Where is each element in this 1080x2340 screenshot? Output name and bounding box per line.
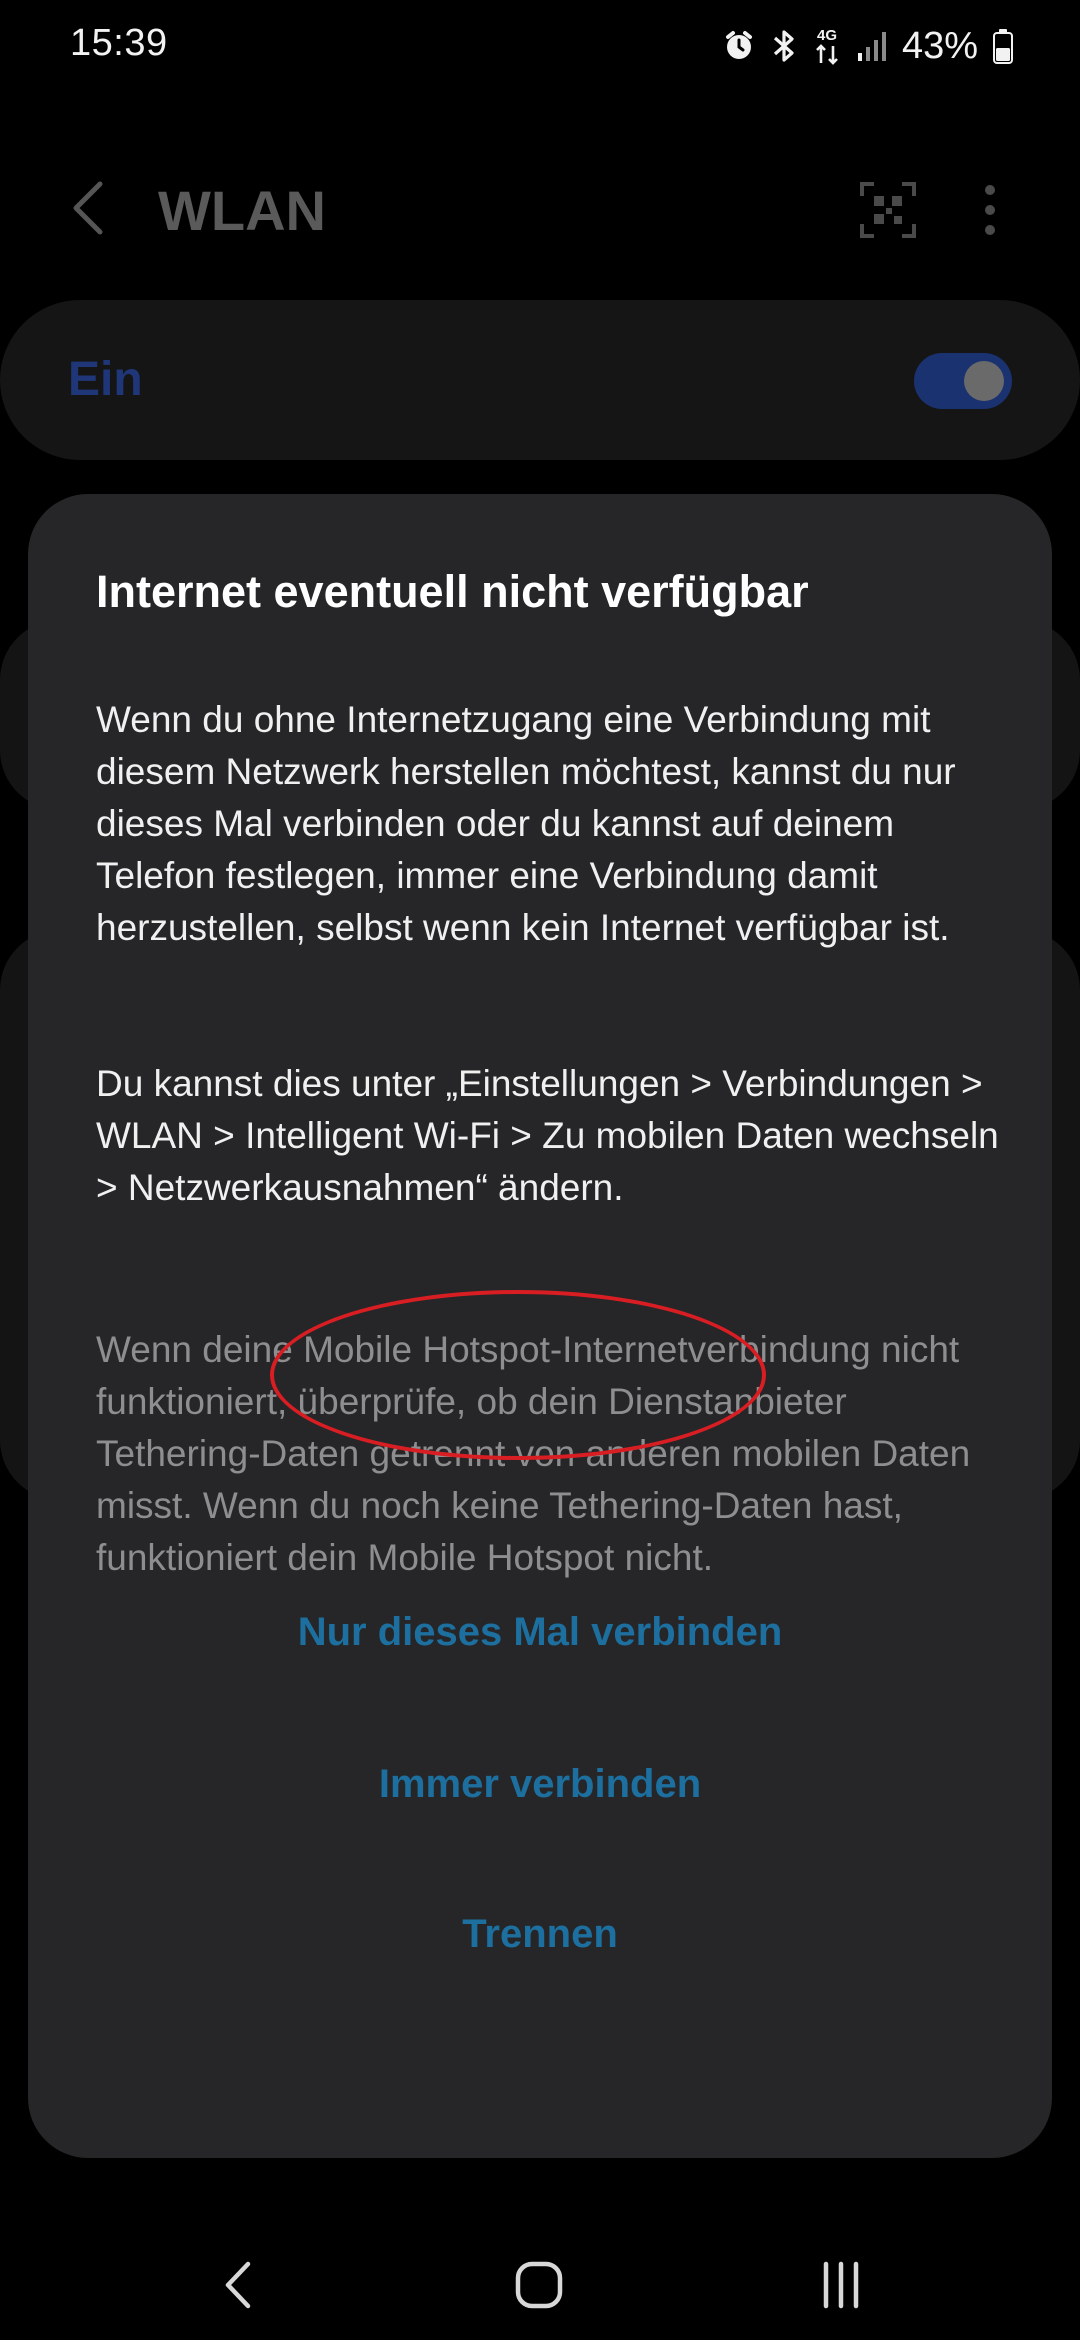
wifi-toggle-switch[interactable] [914,353,1012,409]
navigation-bar [0,2220,1080,2340]
connect-once-button[interactable]: Nur dieses Mal verbinden [28,1610,1052,1655]
more-options-icon[interactable] [970,180,1010,240]
status-icons: 4G 43% [722,18,1014,74]
always-connect-button[interactable]: Immer verbinden [28,1762,1052,1807]
status-time: 15:39 [70,22,168,64]
wifi-toggle-label: Ein [68,353,143,406]
internet-unavailable-dialog: Internet eventuell nicht verfügbar Wenn … [28,494,1052,2158]
wifi-toggle-row[interactable]: Ein [0,300,1080,460]
page-title: WLAN [158,179,326,242]
battery-icon [992,28,1014,64]
status-bar: 15:39 4G 43% [0,0,1080,96]
qr-code-icon[interactable] [858,180,918,240]
disconnect-button[interactable]: Trennen [28,1912,1052,1957]
network-type-label: 4G [817,27,837,44]
signal-icon [856,29,888,63]
dialog-paragraph-2: Du kannst dies unter „Einstellungen > Ve… [96,1063,999,1208]
nav-home-icon[interactable] [504,2250,574,2320]
toggle-knob [964,361,1004,401]
bluetooth-icon [770,28,798,64]
battery-percentage: 43% [901,24,978,67]
back-icon[interactable] [60,174,120,242]
dialog-title: Internet eventuell nicht verfügbar [96,566,809,617]
alarm-icon [722,29,756,63]
dialog-paragraph-1: Wenn du ohne Internetzugang eine Verbind… [96,699,956,948]
nav-back-icon[interactable] [204,2250,274,2320]
dialog-paragraph-3: Wenn deine Mobile Hotspot-Internetverbin… [96,1329,971,1578]
mobile-data-icon: 4G [812,25,842,67]
nav-recent-icon[interactable] [806,2250,876,2320]
app-header: WLAN [0,150,1080,270]
